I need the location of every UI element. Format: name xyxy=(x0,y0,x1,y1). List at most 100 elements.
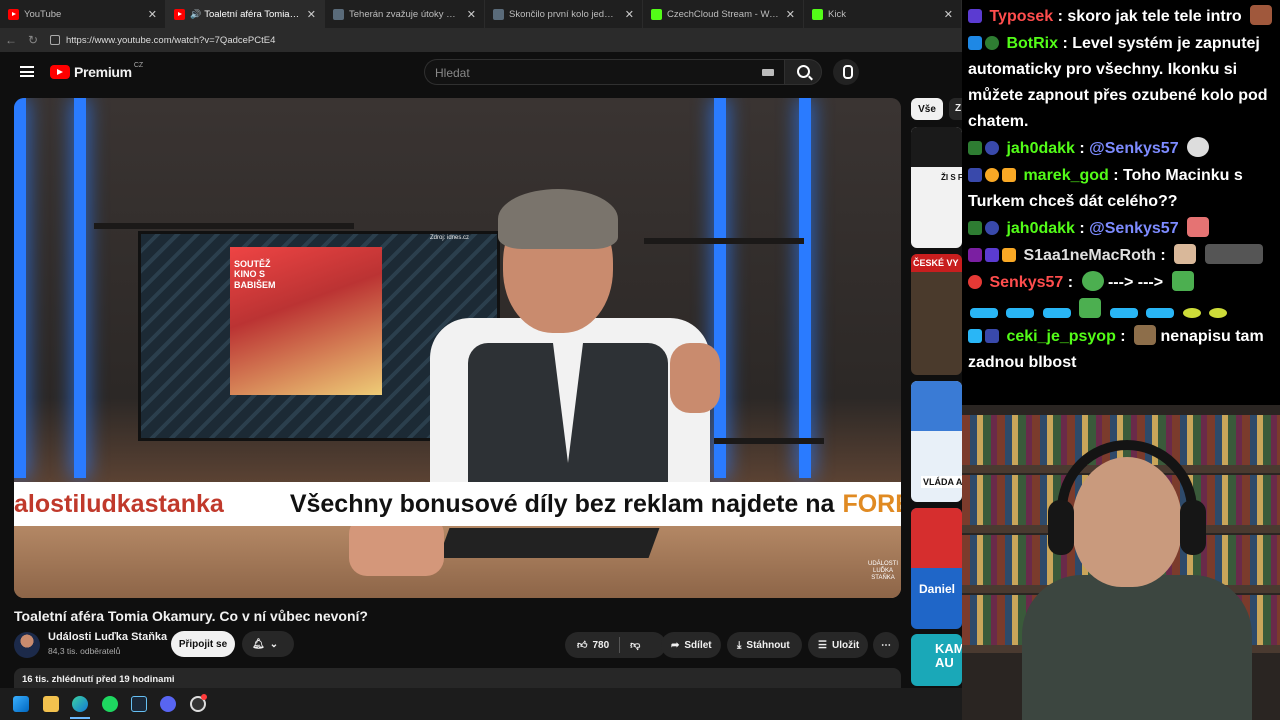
more-actions-icon[interactable]: ⋯ xyxy=(873,632,899,658)
like-count[interactable]: 780 xyxy=(592,640,609,651)
close-tab-icon[interactable]: ✕ xyxy=(467,8,476,21)
save-button[interactable]: ☰ Uložit xyxy=(808,632,868,658)
tab-title: Teherán zvažuje útoky na vojensk xyxy=(349,8,461,20)
reload-icon[interactable]: ↻ xyxy=(22,33,44,47)
chat-message: BotRix : Level systém je zapnutej automa… xyxy=(968,35,1268,130)
youtube-logo[interactable]: Premium CZ xyxy=(50,61,144,80)
bell-icon: 🔔︎ xyxy=(252,638,265,650)
download-label: Stáhnout xyxy=(746,639,790,651)
join-button[interactable]: Připojit se xyxy=(171,631,235,657)
channel-avatar[interactable] xyxy=(14,632,40,658)
emote-icon xyxy=(1250,5,1273,25)
search-input[interactable]: Hledat xyxy=(424,59,784,85)
back-icon[interactable]: ← xyxy=(0,33,22,47)
video-player[interactable]: Zdroj: idnes.cz SOUTĚŽ KINO S BABIŠEM al… xyxy=(14,98,901,598)
video-title: Toaletní aféra Tomia Okamury. Co v ní vů… xyxy=(14,608,368,624)
chat-username: S1aa1neMacRoth xyxy=(1023,247,1156,264)
download-button[interactable]: ⤓ Stáhnout xyxy=(727,632,802,658)
logo-country: CZ xyxy=(133,61,144,69)
active-app-indicator xyxy=(70,717,90,719)
tab-youtube[interactable]: YouTube ✕ xyxy=(0,0,166,28)
chat-text: ---> ---> xyxy=(1107,274,1164,291)
notification-button[interactable]: 🔔︎ ⌄ xyxy=(242,631,294,657)
subscriber-badge-icon xyxy=(968,168,982,182)
notification-dot xyxy=(201,694,207,700)
youtube-header: Premium CZ Hledat xyxy=(0,52,962,92)
save-label: Uložit xyxy=(831,639,860,651)
voice-search-icon[interactable] xyxy=(833,59,859,85)
description-box[interactable]: 16 tis. zhlédnutí před 19 hodinami xyxy=(14,668,901,688)
emote-icon xyxy=(1174,244,1197,264)
thumbnail-text: ŽI S FO xyxy=(941,173,962,182)
chat-message: Typosek : skoro jak tele tele intro xyxy=(968,4,1274,30)
emote-icon xyxy=(1209,308,1228,318)
heart-badge-icon xyxy=(968,275,982,289)
speaker-icon[interactable]: 🔊 xyxy=(190,9,201,20)
chat-username: marek_god xyxy=(1023,167,1109,184)
banner-site: FORENDORS.CZ xyxy=(842,489,901,518)
chat-message: jah0dakk : @Senkys57 xyxy=(968,216,1274,242)
close-tab-icon[interactable]: ✕ xyxy=(625,8,634,21)
subscriber-count: 84,3 tis. odběratelů xyxy=(48,646,121,656)
site-info-icon[interactable] xyxy=(50,35,60,45)
moderator-badge-icon xyxy=(968,141,982,155)
thumbs-down-icon[interactable]: 👎︎ xyxy=(630,639,640,651)
channel-name[interactable]: Události Luďka Staňka xyxy=(48,631,167,643)
thumbs-up-icon[interactable]: 👍︎ xyxy=(577,639,587,651)
tab-title: YouTube xyxy=(24,8,62,20)
search-button[interactable] xyxy=(784,59,822,85)
tab-title: Skončilo první kolo jednání minist xyxy=(509,8,619,20)
banner-text: Všechny bonusové díly bez reklam najdete… xyxy=(289,489,835,518)
chat-username: Typosek xyxy=(989,8,1054,25)
spotify-icon[interactable] xyxy=(102,696,118,712)
hamburger-menu-icon[interactable] xyxy=(20,66,34,77)
chat-username: BotRix xyxy=(1006,35,1059,52)
emote-icon xyxy=(1187,217,1210,237)
recommended-thumbnail[interactable]: KAM AU xyxy=(911,634,962,686)
windows-start-icon[interactable] xyxy=(13,696,29,712)
tab-title: Kick xyxy=(828,8,846,20)
keyboard-icon[interactable] xyxy=(762,69,774,76)
video-neon-light xyxy=(14,98,26,478)
tab-news-1[interactable]: Teherán zvažuje útoky na vojensk ✕ xyxy=(325,0,485,28)
edge-browser-icon[interactable] xyxy=(72,696,88,712)
chat-message: marek_god : Toho Macinku s Turkem chceš … xyxy=(968,167,1243,210)
close-tab-icon[interactable]: ✕ xyxy=(307,8,316,21)
gifter-badge-icon xyxy=(985,248,999,262)
emote-icon xyxy=(1171,271,1194,291)
share-button[interactable]: ➦ Sdílet xyxy=(661,632,721,658)
moderator-badge-icon xyxy=(968,221,982,235)
download-icon: ⤓ xyxy=(737,639,742,651)
tab-kick[interactable]: Kick ✕ xyxy=(804,0,962,28)
steam-icon[interactable] xyxy=(131,696,147,712)
video-neon-light xyxy=(799,98,811,478)
video-corner-logo: UDÁLOSTI LUĎKA STAŇKA xyxy=(867,561,898,582)
streamer-webcam xyxy=(962,405,1280,720)
close-tab-icon[interactable]: ✕ xyxy=(148,8,157,21)
recommended-thumbnail[interactable]: Daniel xyxy=(911,508,962,629)
tab-active-video[interactable]: 🔊 Toaletní aféra Tomia Okamury ✕ xyxy=(166,0,325,28)
browser-tab-strip: YouTube ✕ 🔊 Toaletní aféra Tomia Okamury… xyxy=(0,0,962,28)
file-explorer-icon[interactable] xyxy=(43,696,59,712)
url-field[interactable]: https://www.youtube.com/watch?v=7QadcePC… xyxy=(50,30,962,50)
recommended-thumbnail[interactable]: ČESKÉ VY xyxy=(911,254,962,375)
tab-czechcloud[interactable]: CzechCloud Stream - Watch Live o ✕ xyxy=(643,0,804,28)
like-dislike-group: 👍︎ 780 👎︎ xyxy=(565,632,666,658)
tab-title: CzechCloud Stream - Watch Live o xyxy=(667,8,780,20)
tab-news-2[interactable]: Skončilo první kolo jednání minist ✕ xyxy=(485,0,643,28)
news-favicon-icon xyxy=(333,8,344,20)
video-neon-light xyxy=(74,98,86,478)
video-shelf xyxy=(94,223,354,229)
search-placeholder: Hledat xyxy=(435,66,470,80)
emote-icon xyxy=(1081,271,1104,291)
close-tab-icon[interactable]: ✕ xyxy=(944,8,953,21)
close-tab-icon[interactable]: ✕ xyxy=(786,8,795,21)
subscriber-badge-icon xyxy=(968,329,982,343)
thumbnail-text: Daniel xyxy=(919,582,956,596)
recommended-thumbnail[interactable]: VLÁDA A xyxy=(911,381,962,502)
thumbnail-text: VLÁDA A xyxy=(921,476,962,488)
discord-icon[interactable] xyxy=(160,696,176,712)
subscriber-badge-icon xyxy=(968,248,982,262)
chip-all[interactable]: Vše xyxy=(911,98,943,120)
recommended-thumbnail[interactable]: ŽI S FO xyxy=(911,127,962,248)
